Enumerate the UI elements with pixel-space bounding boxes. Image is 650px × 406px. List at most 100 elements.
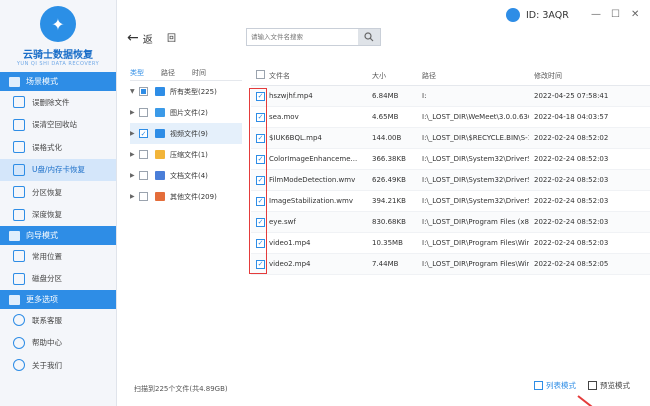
section-title: 更多选项 [26, 295, 58, 304]
expand-icon[interactable]: ▼ [130, 88, 139, 95]
sidebar-item-label: 误删除文件 [32, 97, 70, 107]
annotation-highlight-box [249, 88, 267, 274]
file-size: 10.35MB [372, 239, 403, 247]
info-icon [13, 359, 25, 372]
checkbox[interactable] [139, 108, 148, 117]
image-icon [155, 108, 165, 117]
partition-icon [13, 186, 25, 199]
format-icon [13, 141, 25, 154]
checkbox[interactable]: ✓ [139, 129, 148, 138]
sidebar-item-about-us[interactable]: 关于我们 [0, 354, 116, 377]
help-icon [13, 336, 25, 349]
column-size[interactable]: 大小 [372, 71, 422, 81]
table-row[interactable]: ✓ hszwjhf.mp4 6.84MB I: 2022-04-25 07:58:41 [251, 86, 650, 107]
column-name[interactable]: 文件名 [269, 71, 372, 81]
tree-row-images[interactable]: ▶ 图片文件(2) [130, 102, 242, 123]
file-path: I:\_LOST_DIR\WeMeet\3.0.0.630\r... [422, 113, 529, 121]
checkbox[interactable] [139, 150, 148, 159]
minimize-button[interactable]: — [591, 9, 601, 20]
list-view-button[interactable]: 列表模式 [534, 380, 576, 391]
file-path: I:\_LOST_DIR\Program Files\Wind... [422, 239, 529, 247]
search-icon [364, 32, 374, 42]
table-row[interactable]: ✓ sea.mov 4.65MB I:\_LOST_DIR\WeMeet\3.0.0.… [251, 107, 650, 128]
table-header: 文件名 大小 路径 修改时间 [251, 66, 650, 86]
file-path: I:\_LOST_DIR\System32\DriverSto... [422, 197, 529, 205]
file-name: hszwjhf.mp4 [269, 92, 313, 100]
checkbox[interactable] [139, 171, 148, 180]
sidebar-item-formatted[interactable]: 误格式化 [0, 136, 116, 159]
sidebar-item-common-locations[interactable]: 常用位置 [0, 245, 116, 268]
select-all-checkbox[interactable] [256, 70, 265, 79]
file-name: sea.mov [269, 113, 299, 121]
video-icon [155, 129, 165, 138]
sidebar-item-label: 关于我们 [32, 360, 62, 370]
sidebar-item-partition-recovery[interactable]: 分区恢复 [0, 181, 116, 204]
type-tree: 类型 路径 时间 ▼ 所有类型(225) ▶ 图片文件(2) ▶ ✓ 视频文件(9) ▶… [130, 66, 242, 207]
back-button[interactable]: ← 返 [127, 30, 153, 46]
column-modified[interactable]: 修改时间 [529, 71, 650, 81]
tree-label: 图片文件(2) [170, 108, 208, 117]
column-path[interactable]: 路径 [422, 71, 529, 81]
file-path: I: [422, 92, 427, 100]
sidebar-item-emptied-recycle-bin[interactable]: 误清空回收站 [0, 114, 116, 137]
tree-label: 所有类型(225) [170, 87, 217, 96]
table-row[interactable]: ✓ ColorImageEnhanceme... 366.38KB I:\_LOST_… [251, 149, 650, 170]
expand-icon[interactable]: ▶ [130, 172, 139, 179]
file-size: 394.21KB [372, 197, 406, 205]
expand-icon[interactable]: ▶ [130, 109, 139, 116]
close-button[interactable]: ✕ [631, 9, 639, 20]
file-modified: 2022-04-18 04:03:57 [534, 113, 609, 121]
sidebar-item-deleted-files[interactable]: 误删除文件 [0, 91, 116, 114]
preview-view-button[interactable]: 预览模式 [588, 380, 630, 391]
file-modified: 2022-02-24 08:52:03 [534, 239, 609, 247]
search-button[interactable] [358, 29, 380, 45]
more-options-icon [9, 294, 20, 305]
sidebar-item-deep-recovery[interactable]: 深度恢复 [0, 204, 116, 227]
tree-row-documents[interactable]: ▶ 文档文件(4) [130, 165, 242, 186]
sidebar-item-disk-partitions[interactable]: 磁盘分区 [0, 268, 116, 291]
table-row[interactable]: ✓ video2.mp4 7.44MB I:\_LOST_DIR\Program Fi… [251, 254, 650, 275]
sidebar-item-label: 误格式化 [32, 142, 62, 152]
table-row[interactable]: ✓ video1.mp4 10.35MB I:\_LOST_DIR\Program F… [251, 233, 650, 254]
search-input[interactable] [247, 29, 358, 45]
file-size: 366.38KB [372, 155, 406, 163]
sidebar-item-contact-support[interactable]: 联系客服 [0, 309, 116, 332]
tree-row-archives[interactable]: ▶ 压缩文件(1) [130, 144, 242, 165]
logo: ✦ 云骑士数据恢复 YUN QI SHI DATA RECOVERY [0, 0, 116, 72]
checkbox[interactable] [139, 87, 148, 96]
table-row[interactable]: ✓ eye.swf 830.68KB I:\_LOST_DIR\Program Fil… [251, 212, 650, 233]
table-row[interactable]: ✓ $IUK6BQL.mp4 144.00B I:\_LOST_DIR\$RECYCL… [251, 128, 650, 149]
file-size: 6.84MB [372, 92, 399, 100]
back-label-2[interactable]: 回 [167, 31, 176, 44]
maximize-button[interactable]: ☐ [611, 9, 620, 20]
arrow-left-icon: ← [127, 30, 139, 46]
tree-tabs: 类型 路径 时间 [130, 66, 242, 81]
app-subtitle: YUN QI SHI DATA RECOVERY [16, 61, 100, 67]
sidebar-item-usb-card-recovery[interactable]: U盘/内存卡恢复 [0, 158, 116, 181]
checkbox[interactable] [139, 192, 148, 201]
trash-icon [13, 96, 25, 109]
table-row[interactable]: ✓ FilmModeDetection.wmv 626.49KB I:\_LOST_D… [251, 170, 650, 191]
expand-icon[interactable]: ▶ [130, 193, 139, 200]
section-more-options: 更多选项 [0, 290, 116, 309]
tab-path[interactable]: 路径 [161, 68, 175, 78]
table-row[interactable]: ✓ ImageStabilization.wmv 394.21KB I:\_LOST_… [251, 191, 650, 212]
logo-icon: ✦ [40, 6, 76, 42]
user-id: ID: 3AQR [506, 8, 569, 22]
expand-icon[interactable]: ▶ [130, 130, 139, 137]
grid-icon [588, 381, 597, 390]
wizard-mode-icon [9, 230, 20, 241]
file-size: 626.49KB [372, 176, 406, 184]
tree-row-other[interactable]: ▶ 其他文件(209) [130, 186, 242, 207]
sidebar-item-help-center[interactable]: 帮助中心 [0, 332, 116, 355]
view-toggle: 列表模式 预览模式 [522, 380, 630, 391]
tree-row-all[interactable]: ▼ 所有类型(225) [130, 81, 242, 102]
user-id-text: ID: 3AQR [526, 9, 569, 21]
tab-type[interactable]: 类型 [130, 68, 144, 78]
other-files-icon [155, 192, 165, 201]
recycle-bin-icon [13, 118, 25, 131]
tab-time[interactable]: 时间 [192, 68, 206, 78]
expand-icon[interactable]: ▶ [130, 151, 139, 158]
file-modified: 2022-02-24 08:52:03 [534, 176, 609, 184]
tree-row-videos[interactable]: ▶ ✓ 视频文件(9) [130, 123, 242, 144]
